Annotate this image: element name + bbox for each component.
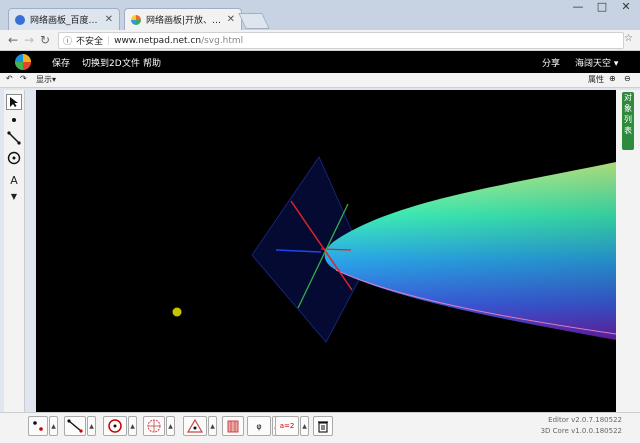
url-host: www.netpad.net.cn — [114, 35, 202, 46]
drawing-canvas[interactable] — [36, 90, 616, 412]
select-arrow-icon[interactable] — [6, 94, 22, 110]
reload-icon[interactable]: ↻ — [40, 33, 50, 47]
construct-tool-icon[interactable] — [183, 416, 207, 436]
close-tab-icon[interactable]: ✕ — [227, 14, 235, 25]
circle-tool-expand[interactable]: ▲ — [128, 416, 137, 436]
star-icon[interactable]: ☆ — [624, 33, 633, 44]
info-icon[interactable]: ⓘ — [63, 34, 72, 47]
transform-tool-expand[interactable]: ▲ — [166, 416, 175, 436]
tab-title: 网络画板_百度搜索 — [30, 16, 100, 26]
baidu-favicon-icon — [15, 14, 25, 25]
url-field[interactable]: ⓘ 不安全 | www.netpad.net.cn/svg.html — [58, 32, 624, 49]
object-list-char: 表 — [624, 126, 632, 135]
bottom-toolbar: ▲ ▲ ▲ ▲ ▲ φ ▲ a=2 ▲ Editor v2.0.7.180522… — [0, 412, 640, 443]
netpad-logo-icon — [15, 54, 31, 70]
netpad-favicon-icon — [131, 14, 141, 25]
construct-tool-expand[interactable]: ▲ — [208, 416, 217, 436]
browser-tab-netpad[interactable]: 网络画板|开放、共享的… ✕ — [124, 8, 242, 30]
menu-save[interactable]: 保存 — [52, 56, 70, 69]
segment-tool-expand[interactable]: ▲ — [87, 416, 96, 436]
close-tab-icon[interactable]: ✕ — [105, 14, 113, 25]
point-tool-icon[interactable] — [28, 416, 48, 436]
3d-scene[interactable] — [36, 90, 616, 412]
function-tool-icon[interactable]: φ — [247, 416, 271, 436]
solid-tool-icon[interactable] — [222, 416, 244, 436]
sub-toolbar: ↶ ↷ 显示▾ 属性 ⊕ ⊖ — [0, 73, 640, 88]
circle-icon[interactable] — [6, 150, 22, 166]
object-list-char: 象 — [624, 104, 632, 113]
app-menubar: 保存 切换到2D 文件 帮助 分享 海阔天空 ▾ — [0, 51, 640, 73]
more-icon[interactable]: ▼ — [6, 188, 22, 204]
point-tool-expand[interactable]: ▲ — [49, 416, 58, 436]
segment-icon[interactable] — [6, 130, 22, 146]
new-tab-button[interactable] — [238, 13, 270, 29]
editor-version: Editor v2.0.7.180522 — [548, 416, 622, 424]
object-list-char: 列 — [624, 115, 632, 124]
security-label: 不安全 — [76, 37, 104, 47]
separator: | — [107, 35, 111, 46]
address-bar-row: ← → ↻ ⓘ 不安全 | www.netpad.net.cn/svg.html… — [0, 30, 640, 51]
formula-tool-expand[interactable]: ▲ — [300, 416, 309, 436]
core-version: 3D Core v1.0.0.180522 — [540, 427, 622, 435]
minimize-icon[interactable]: — — [566, 0, 590, 13]
browser-tab-baidu[interactable]: 网络画板_百度搜索 ✕ — [8, 8, 120, 30]
url-path: /svg.html — [201, 35, 244, 46]
trash-icon[interactable] — [313, 416, 333, 436]
browser-tab-strip: 网络画板_百度搜索 ✕ 网络画板|开放、共享的… ✕ — □ ✕ — [0, 0, 640, 30]
maximize-icon[interactable]: □ — [590, 0, 614, 13]
point-icon[interactable] — [6, 112, 22, 128]
point-object[interactable] — [172, 307, 182, 317]
tab-title: 网络画板|开放、共享的… — [146, 16, 222, 26]
surface-shading — [324, 162, 616, 340]
redo-icon[interactable]: ↷ — [20, 74, 27, 83]
menu-help[interactable]: 帮助 — [143, 56, 161, 69]
user-menu[interactable]: 海阔天空 ▾ — [575, 56, 618, 69]
back-icon[interactable]: ← — [8, 33, 18, 47]
transform-tool-icon[interactable] — [143, 416, 165, 436]
circle-tool-icon[interactable] — [103, 416, 127, 436]
object-list-char: 对 — [624, 93, 632, 102]
formula-tool-icon[interactable]: a=2 — [275, 416, 299, 436]
share-button[interactable]: 分享 — [542, 56, 560, 69]
text-icon[interactable]: A — [6, 172, 22, 188]
undo-icon[interactable]: ↶ — [6, 74, 13, 83]
forward-icon[interactable]: → — [24, 33, 34, 47]
segment-tool-icon[interactable] — [64, 416, 86, 436]
menu-file[interactable]: 文件 — [122, 56, 140, 69]
menu-switch-2d[interactable]: 切换到2D — [82, 56, 122, 69]
zoom-in-icon[interactable]: ⊕ — [609, 74, 616, 83]
zoom-out-icon[interactable]: ⊖ — [624, 74, 631, 83]
left-toolbar: A ▼ — [4, 90, 25, 415]
property-button[interactable]: 属性 — [588, 74, 604, 85]
object-list-tab[interactable]: 对 象 列 表 — [622, 92, 634, 150]
close-window-icon[interactable]: ✕ — [614, 0, 638, 13]
display-dropdown[interactable]: 显示▾ — [36, 74, 56, 85]
